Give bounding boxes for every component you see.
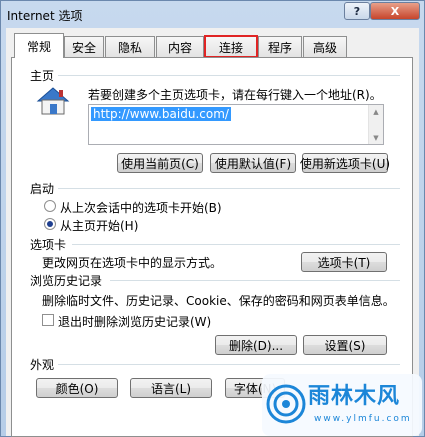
tabs-divider (72, 244, 400, 245)
title-bar[interactable]: Internet 选项 ? X (1, 1, 424, 27)
colors-button[interactable]: 颜色(O) (36, 378, 118, 398)
watermark-url: www.ylmfu.com (314, 414, 412, 424)
history-settings-button[interactable]: 设置(S) (303, 335, 387, 355)
home-divider (58, 75, 400, 76)
home-heading: 主页 (30, 69, 55, 83)
house-icon (36, 87, 70, 115)
tab-advanced[interactable]: 高级 (303, 36, 347, 57)
close-icon: X (390, 4, 400, 18)
delete-on-exit-label: 退出时删除浏览历史记录(W) (58, 315, 212, 329)
tab-security[interactable]: 安全 (64, 36, 104, 57)
tab-content-label: 内容 (167, 40, 192, 55)
tab-programs-label: 程序 (267, 40, 292, 55)
scroll-up-icon[interactable]: ▲ (369, 108, 383, 116)
close-button[interactable]: X (370, 2, 420, 20)
delete-history-button[interactable]: 删除(D)... (215, 335, 297, 355)
watermark-logo-icon (266, 384, 306, 424)
home-url-textarea[interactable]: http://www.baidu.com/ ▲ ▼ (88, 104, 384, 145)
tab-connections[interactable]: 连接 (204, 35, 258, 58)
history-heading: 浏览历史记录 (30, 274, 103, 288)
history-description: 删除临时文件、历史记录、Cookie、保存的密码和网页表单信息。 (42, 294, 395, 308)
history-divider (110, 280, 400, 281)
scroll-down-icon[interactable]: ▼ (369, 134, 383, 142)
tab-advanced-label: 高级 (312, 40, 337, 55)
help-button[interactable]: ? (344, 2, 370, 20)
tab-general-label: 常规 (26, 39, 51, 54)
tab-security-label: 安全 (71, 40, 96, 55)
appearance-heading: 外观 (30, 358, 55, 372)
tab-privacy[interactable]: 隐私 (105, 36, 155, 57)
tab-programs[interactable]: 程序 (258, 36, 302, 57)
tab-privacy-label: 隐私 (117, 40, 142, 55)
watermark: 雨林木风 www.ylmfu.com (262, 374, 422, 436)
tab-general[interactable]: 常规 (14, 33, 64, 58)
startup-home-radio[interactable] (44, 218, 56, 230)
startup-home-label: 从主页开始(H) (60, 219, 139, 233)
window-title: Internet 选项 (7, 9, 83, 23)
tab-connections-label: 连接 (218, 40, 243, 55)
startup-divider (58, 188, 400, 189)
tabs-description: 更改网页在选项卡中的显示方式。 (42, 256, 223, 270)
watermark-text: 雨林木风 (308, 384, 401, 409)
startup-last-session-radio[interactable] (44, 200, 56, 212)
tab-content[interactable]: 内容 (156, 36, 204, 57)
use-new-tab-button[interactable]: 使用新选项卡(U) (300, 153, 390, 173)
home-description: 若要创建多个主页选项卡，请在每行键入一个地址(R)。 (88, 88, 382, 102)
help-icon: ? (353, 4, 361, 18)
tabs-heading: 选项卡 (30, 238, 67, 252)
startup-heading: 启动 (30, 182, 55, 196)
tabs-settings-button[interactable]: 选项卡(T) (301, 252, 387, 272)
startup-last-session-label: 从上次会话中的选项卡开始(B) (60, 201, 222, 215)
appearance-divider (58, 364, 400, 365)
home-url-text: http://www.baidu.com/ (91, 107, 231, 121)
languages-button[interactable]: 语言(L) (130, 378, 212, 398)
delete-on-exit-checkbox[interactable] (42, 314, 54, 326)
use-current-button[interactable]: 使用当前页(C) (117, 153, 203, 173)
use-default-button[interactable]: 使用默认值(F) (210, 153, 296, 173)
url-scrollbar[interactable]: ▲ ▼ (368, 105, 383, 144)
